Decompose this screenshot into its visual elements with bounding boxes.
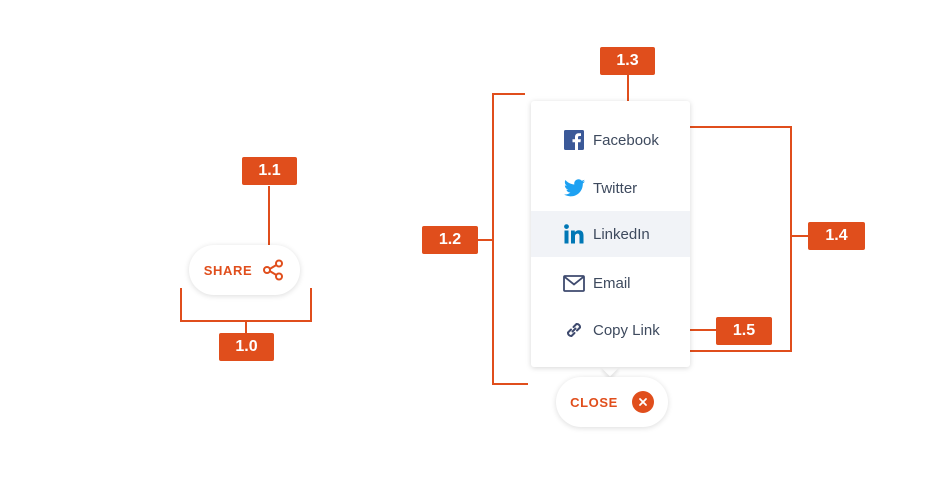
share-menu: Facebook Twitter LinkedIn Email Copy Lin…: [531, 101, 690, 367]
close-icon: [631, 391, 654, 413]
twitter-icon: [563, 177, 585, 199]
callout-1-3: 1.3: [600, 47, 655, 75]
menu-item-label: LinkedIn: [593, 225, 650, 243]
share-label: SHARE: [203, 262, 253, 278]
menu-item-facebook[interactable]: Facebook: [531, 117, 690, 163]
menu-item-label: Copy Link: [593, 321, 660, 339]
menu-item-label: Twitter: [593, 179, 638, 197]
linkedin-icon: [563, 223, 585, 245]
callout-1-4: 1.4: [808, 222, 865, 250]
close-button[interactable]: CLOSE: [556, 377, 668, 427]
callout-1-0: 1.0: [219, 333, 274, 361]
menu-item-linkedin[interactable]: LinkedIn: [531, 211, 690, 257]
callout-1-5: 1.5: [716, 317, 772, 345]
menu-item-email[interactable]: Email: [531, 260, 690, 306]
menu-item-copy-link[interactable]: Copy Link: [531, 307, 690, 353]
callout-1-2: 1.2: [422, 226, 478, 254]
share-button[interactable]: SHARE: [189, 245, 300, 295]
menu-item-twitter[interactable]: Twitter: [531, 165, 690, 211]
email-icon: [563, 272, 585, 294]
share-icon: [261, 258, 285, 282]
close-label: CLOSE: [570, 394, 618, 410]
callout-1-1: 1.1: [242, 157, 297, 185]
menu-item-label: Email: [593, 274, 631, 292]
facebook-icon: [563, 129, 585, 151]
link-icon: [563, 319, 585, 341]
menu-item-label: Facebook: [593, 131, 659, 149]
